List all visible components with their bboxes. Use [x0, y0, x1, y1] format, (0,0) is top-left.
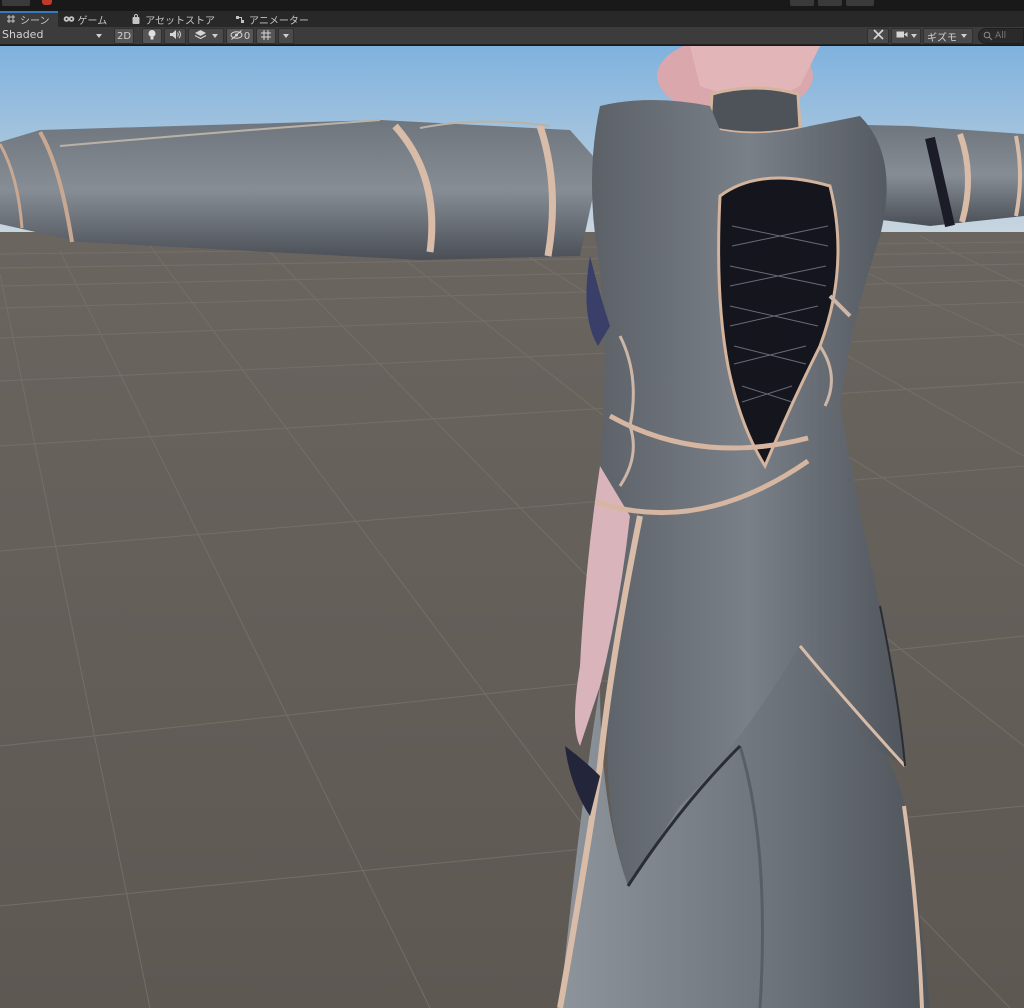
character-arm-left: [0, 120, 600, 260]
audio-toggle-button[interactable]: [164, 28, 186, 44]
scene-search[interactable]: [978, 28, 1024, 44]
strip-button[interactable]: [818, 0, 842, 6]
effects-dropdown-button[interactable]: [188, 28, 224, 44]
hidden-count: 0: [243, 30, 251, 42]
lighting-toggle-button[interactable]: [142, 28, 162, 44]
gizmos-label: ギズモ: [927, 32, 957, 44]
tab-scene[interactable]: シーン: [0, 11, 58, 27]
chevron-down-icon: [961, 34, 967, 38]
tab-asset-store[interactable]: アセットストア: [125, 11, 223, 27]
chevron-down-icon: [910, 34, 917, 38]
grid-settings-dropdown[interactable]: [278, 28, 294, 44]
character-collar: [708, 86, 802, 135]
grid-icon: [5, 13, 17, 25]
chevron-down-icon: [212, 34, 218, 38]
scene-viewport[interactable]: [0, 46, 1024, 1008]
record-indicator: [42, 0, 52, 5]
tab-bar: シーン ゲーム アセットストア アニメーター: [0, 11, 1024, 27]
tab-label: アセットストア: [145, 15, 216, 27]
tab-label: アニメーター: [249, 15, 309, 27]
strip-button[interactable]: [846, 0, 874, 6]
strip-button[interactable]: [2, 0, 30, 6]
chevron-down-icon: [283, 34, 289, 38]
animator-icon: [234, 13, 246, 25]
tools-button[interactable]: [867, 28, 889, 44]
tab-label: ゲーム: [77, 15, 108, 27]
layers-icon: [194, 29, 207, 43]
lightbulb-icon: [147, 29, 157, 44]
camera-settings-button[interactable]: [891, 28, 921, 44]
2d-label: 2D: [116, 30, 132, 42]
eye-slash-icon: [230, 29, 243, 43]
tab-game[interactable]: ゲーム: [58, 11, 116, 27]
chevron-down-icon: [96, 34, 102, 38]
tab-animator[interactable]: アニメーター: [229, 11, 317, 27]
gamepad-icon: [63, 13, 75, 25]
search-icon: [983, 31, 993, 44]
2d-toggle-button[interactable]: 2D: [114, 28, 134, 44]
shading-mode-dropdown[interactable]: Shaded: [0, 27, 108, 45]
scene-render: [0, 46, 1024, 1008]
hidden-objects-toggle[interactable]: 0: [226, 28, 254, 44]
shading-mode-label: Shaded: [2, 28, 44, 41]
camera-icon: [896, 30, 908, 42]
speaker-icon: [169, 29, 182, 43]
shopping-bag-icon: [130, 13, 142, 25]
grid-snap-toggle[interactable]: [256, 28, 276, 44]
tools-icon: [872, 28, 885, 44]
tab-label: シーン: [20, 15, 50, 27]
top-strip: [0, 0, 1024, 11]
scene-toolbar: Shaded 2D 0 ギズモ All: [0, 27, 1024, 45]
strip-button[interactable]: [790, 0, 814, 6]
gizmos-dropdown[interactable]: ギズモ: [923, 28, 973, 44]
search-input[interactable]: [995, 29, 1023, 43]
grid-snap-icon: [260, 29, 272, 44]
